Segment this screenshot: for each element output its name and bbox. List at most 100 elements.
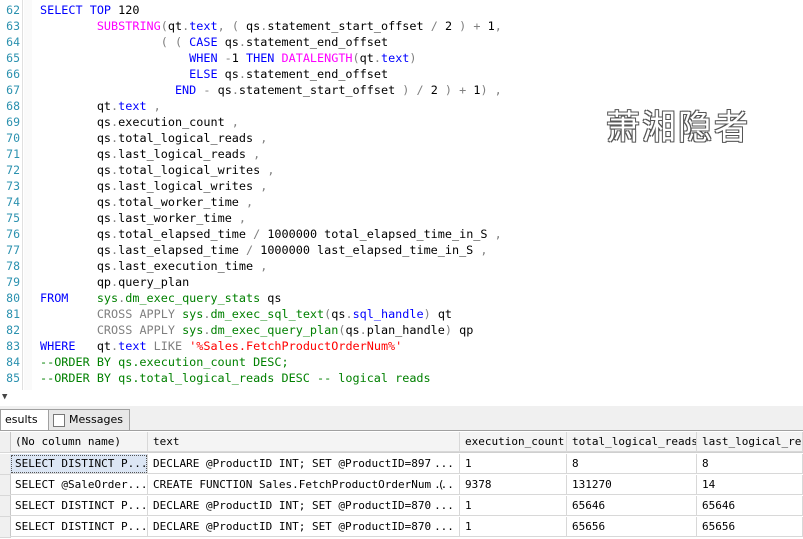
tab-messages[interactable]: Messages [48, 409, 130, 430]
code-text: ELSE qs.statement_end_offset [189, 67, 389, 81]
line-number: 67 [6, 83, 20, 97]
expand-ellipsis[interactable]: ... [433, 475, 455, 494]
column-header[interactable]: (No column name) [10, 432, 148, 452]
code-text: WHEN -1 THEN DATALENGTH(qt.text) [189, 51, 417, 65]
code-text: qs.total_worker_time , [96, 195, 254, 209]
table-cell[interactable]: 65656 [697, 517, 803, 537]
expand-ellipsis[interactable]: ... [433, 454, 455, 473]
cell-text: 65656 [702, 520, 736, 533]
code-text: qs.execution_count , [96, 115, 239, 129]
code-line[interactable]: 73 qs.last_logical_writes , [0, 178, 803, 194]
line-number: 82 [6, 323, 20, 337]
table-cell[interactable]: DECLARE @ProductID INT; SET @ProductID=8… [148, 517, 460, 537]
expand-ellipsis[interactable]: ... [433, 517, 455, 536]
line-number: 74 [6, 195, 20, 209]
code-line[interactable]: 83 WHERE qt.text LIKE '%Sales.FetchProduc… [0, 338, 803, 354]
cell-text: CREATE FUNCTION Sales.FetchProductOrderN… [153, 478, 445, 491]
cell-text: SELECT @SaleOrder... [15, 478, 148, 491]
code-text: qs.last_elapsed_time / 1000000 last_elap… [96, 243, 488, 257]
code-text: END - qs.statement_start_offset ) / 2 ) … [174, 83, 502, 97]
code-line[interactable]: 65 WHEN -1 THEN DATALENGTH(qt.text) [0, 50, 803, 66]
cell-text: 131270 [572, 478, 612, 491]
code-line[interactable]: 74 qs.total_worker_time , [0, 194, 803, 210]
code-text: qs.last_logical_reads , [96, 147, 261, 161]
code-line[interactable]: 67 END - qs.statement_start_offset ) / 2… [0, 82, 803, 98]
cell-text: 14 [702, 478, 716, 491]
table-cell[interactable]: 131270 [567, 475, 697, 495]
table-cell[interactable]: 65646 [567, 496, 697, 516]
code-line[interactable]: 75 qs.last_worker_time , [0, 210, 803, 226]
code-line[interactable]: 81 CROSS APPLY sys.dm_exec_sql_text(qs.s… [0, 306, 803, 322]
table-cell[interactable]: 1 [460, 454, 567, 474]
line-number: 79 [6, 275, 20, 289]
code-text: SUBSTRING(qt.text, ( qs.statement_start_… [96, 19, 502, 33]
line-number: 81 [6, 307, 20, 321]
table-cell[interactable]: DECLARE @ProductID INT; SET @ProductID=8… [148, 454, 460, 474]
table-cell[interactable]: 8 [697, 454, 803, 474]
code-line[interactable]: 77 qs.last_elapsed_time / 1000000 last_e… [0, 242, 803, 258]
line-number: 80 [6, 291, 20, 305]
line-number: 69 [6, 115, 20, 129]
column-header[interactable]: last_logical_rea [697, 432, 803, 452]
query-editor[interactable]: 62 SELECT TOP 120 63 SUBSTRING(qt.text, ( … [0, 0, 803, 390]
table-cell[interactable]: 1 [460, 496, 567, 516]
line-number: 76 [6, 227, 20, 241]
line-number: 71 [6, 147, 20, 161]
table-row[interactable]: SELECT DISTINCT P... DECLARE @ProductID I… [0, 454, 803, 475]
code-line[interactable]: 62 SELECT TOP 120 [0, 2, 803, 18]
table-row[interactable]: SELECT DISTINCT P... DECLARE @ProductID I… [0, 496, 803, 517]
table-cell[interactable]: 9378 [460, 475, 567, 495]
cell-text: DECLARE @ProductID INT; SET @ProductID=8… [153, 457, 432, 470]
cell-text: DECLARE @ProductID INT; SET @ProductID=8… [153, 520, 432, 533]
code-line[interactable]: 79 qp.query_plan [0, 274, 803, 290]
line-number: 64 [6, 35, 20, 49]
code-text: qs.last_worker_time , [96, 211, 247, 225]
table-cell[interactable]: SELECT DISTINCT P... [10, 496, 148, 516]
tab-results[interactable]: esults [0, 409, 54, 430]
code-text: --ORDER BY qs.execution_count DESC; [40, 355, 289, 369]
code-text: SELECT TOP 120 [40, 3, 140, 17]
code-text: ( ( CASE qs.statement_end_offset [160, 35, 389, 49]
line-number: 70 [6, 131, 20, 145]
column-header[interactable]: total_logical_reads [567, 432, 697, 452]
table-cell[interactable]: 14 [697, 475, 803, 495]
cell-text: 65646 [702, 499, 736, 512]
table-cell[interactable]: 65656 [567, 517, 697, 537]
table-cell[interactable]: SELECT DISTINCT P... [10, 517, 148, 537]
table-cell[interactable]: 8 [567, 454, 697, 474]
code-line[interactable]: 85 --ORDER BY qs.total_logical_reads DESC… [0, 370, 803, 386]
code-line[interactable]: 63 SUBSTRING(qt.text, ( qs.statement_sta… [0, 18, 803, 34]
code-text: qs.total_logical_reads , [96, 131, 268, 145]
cell-text: 1 [465, 520, 472, 533]
code-line[interactable]: 64 ( ( CASE qs.statement_end_offset [0, 34, 803, 50]
table-row[interactable]: SELECT DISTINCT P... DECLARE @ProductID I… [0, 517, 803, 538]
cell-text: 65656 [572, 520, 606, 533]
line-number: 68 [6, 99, 20, 113]
scroll-down-icon[interactable]: ▼ [2, 392, 12, 402]
cell-text: SELECT DISTINCT P... [15, 499, 148, 512]
code-line[interactable]: 72 qs.total_logical_writes , [0, 162, 803, 178]
column-header[interactable]: text [148, 432, 460, 452]
table-row[interactable]: SELECT @SaleOrder... CREATE FUNCTION Sale… [0, 475, 803, 496]
results-grid[interactable]: (No column name) text execution_count total… [0, 432, 803, 539]
expand-ellipsis[interactable]: ... [433, 496, 455, 515]
table-cell[interactable]: SELECT DISTINCT P... [10, 454, 148, 474]
code-line[interactable]: 66 ELSE qs.statement_end_offset [0, 66, 803, 82]
line-number: 63 [6, 19, 20, 33]
line-number: 72 [6, 163, 20, 177]
code-line[interactable]: 82 CROSS APPLY sys.dm_exec_query_plan(qs… [0, 322, 803, 338]
table-cell[interactable]: DECLARE @ProductID INT; SET @ProductID=8… [148, 496, 460, 516]
tab-results-label: esults [5, 413, 38, 426]
code-line[interactable]: 80 FROM sys.dm_exec_query_stats qs [0, 290, 803, 306]
cell-text: SELECT DISTINCT P... [15, 457, 148, 470]
line-number: 73 [6, 179, 20, 193]
table-cell[interactable]: SELECT @SaleOrder... [10, 475, 148, 495]
code-line[interactable]: 84 --ORDER BY qs.execution_count DESC; [0, 354, 803, 370]
table-cell[interactable]: 65646 [697, 496, 803, 516]
column-header[interactable]: execution_count [460, 432, 567, 452]
code-line[interactable]: 78 qs.last_execution_time , [0, 258, 803, 274]
table-cell[interactable]: CREATE FUNCTION Sales.FetchProductOrderN… [148, 475, 460, 495]
code-line[interactable]: 76 qs.total_elapsed_time / 1000000 total… [0, 226, 803, 242]
code-text: CROSS APPLY sys.dm_exec_sql_text(qs.sql_… [96, 307, 453, 321]
table-cell[interactable]: 1 [460, 517, 567, 537]
